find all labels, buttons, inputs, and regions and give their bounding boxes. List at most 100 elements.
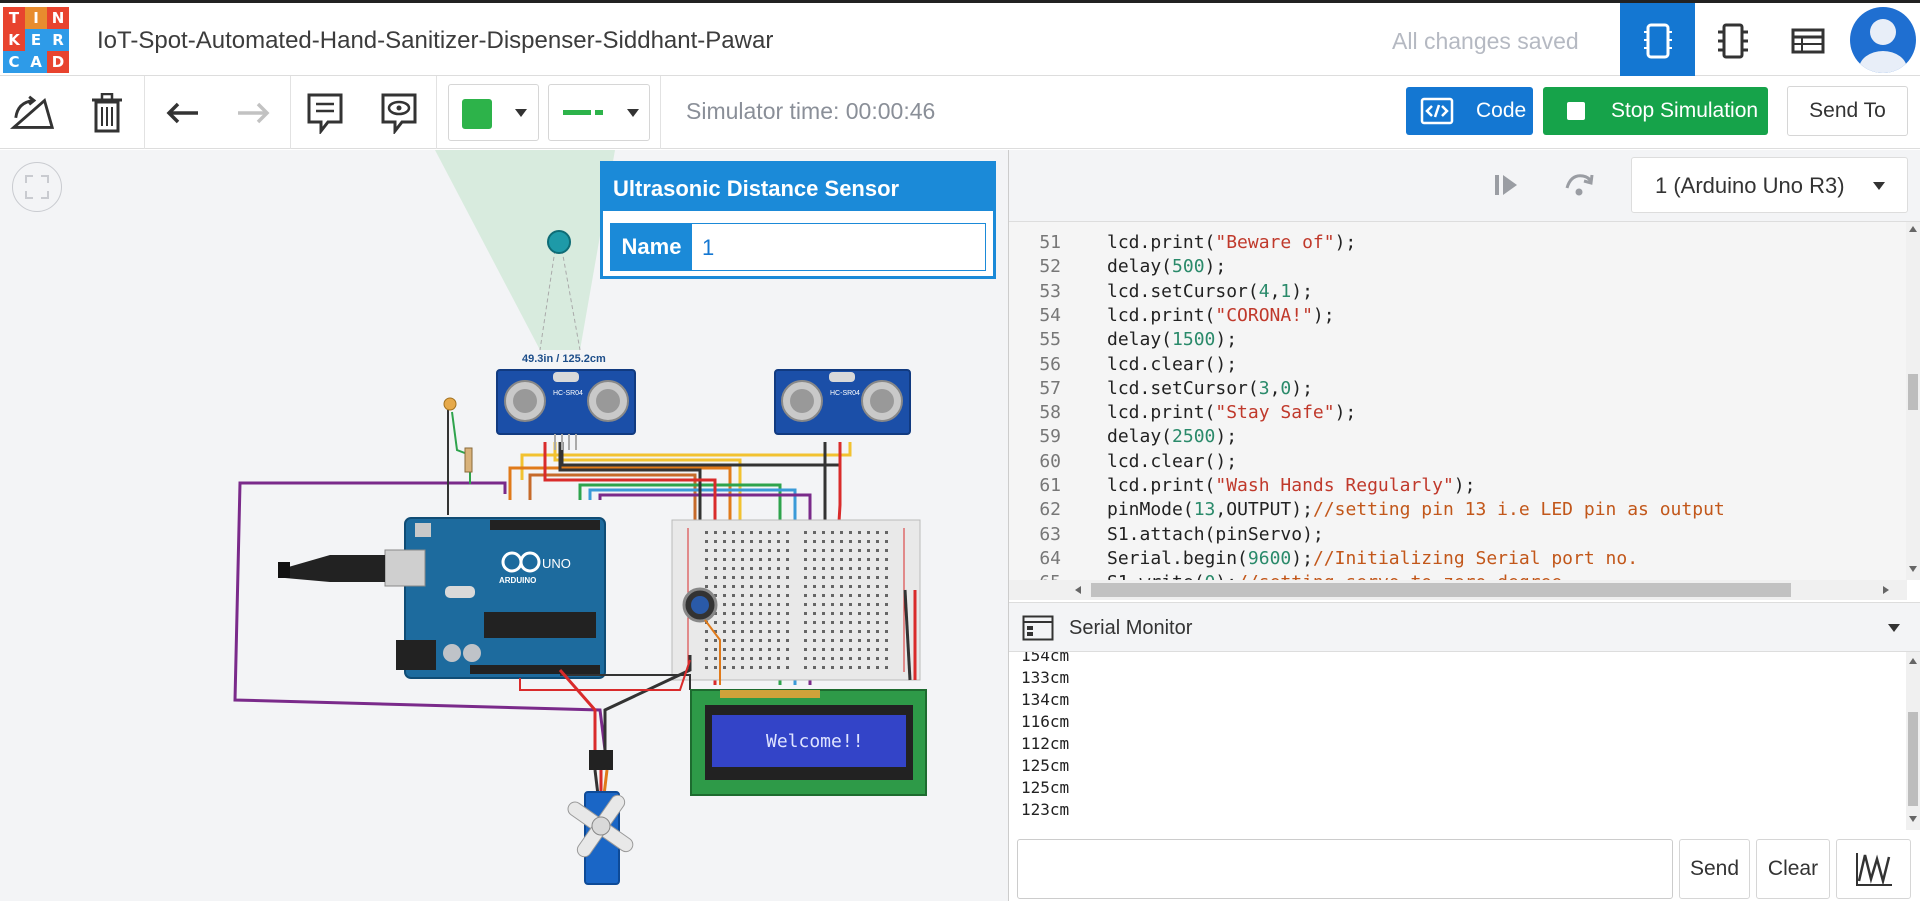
step-icon [1495,175,1517,195]
code-line[interactable]: 62 pinMode(13,OUTPUT);//setting pin 13 i.… [1009,499,1907,523]
code-line[interactable]: 63 S1.attach(pinServo); [1009,524,1907,548]
code-line[interactable]: 52 delay(500); [1009,256,1907,280]
serial-send-button[interactable]: Send [1679,839,1750,899]
code-line[interactable]: 56 lcd.clear(); [1009,354,1907,378]
component-list-button[interactable] [1770,3,1845,78]
code-line[interactable]: 51 lcd.print("Beware of"); [1009,232,1907,256]
line-number: 56 [1039,353,1061,375]
sensor-2-model: HC-SR04 [830,390,860,397]
lcd-text: Welcome!! [766,731,864,752]
circuit-icon [1643,23,1672,58]
code-editor[interactable]: 51 lcd.print("Beware of"); 52 delay(500); 53… [1009,222,1907,600]
code-scrollbar[interactable] [1906,222,1920,580]
undo-button[interactable] [160,90,206,136]
scroll-up-icon [1909,658,1917,664]
code-text: lcd.print("CORONA!"); [1107,304,1335,326]
scroll-left-icon [1075,586,1081,594]
ultrasonic-sensor-1 [496,369,636,450]
wire-style-dropdown[interactable] [548,84,650,141]
code-text: delay(1500); [1107,329,1238,351]
code-line[interactable]: 64 Serial.begin(9600);//Initializing Seri… [1009,548,1907,572]
delete-button[interactable] [84,90,130,136]
circuit-canvas[interactable]: 49.3in / 125.2cm HC-SR04 HC-SR04 ARDUINO… [0,150,1008,901]
code-text: Serial.begin(9600);//Initializing Serial… [1107,547,1639,569]
scroll-up-icon [1909,226,1917,232]
code-line[interactable]: 57 lcd.setCursor(3,0); [1009,378,1907,402]
stop-simulation-button[interactable]: Stop Simulation [1543,87,1768,135]
ultrasonic-sensor-2 [774,369,911,435]
serial-clear-button[interactable]: Clear [1756,839,1830,899]
code-text: lcd.setCursor(4,1); [1107,280,1313,302]
inspector-name-label: Name [611,224,692,270]
user-avatar[interactable] [1850,7,1916,73]
board-selector[interactable]: 1 (Arduino Uno R3) [1631,157,1908,213]
toolbar-divider [660,76,661,149]
serial-output-line: 134cm [1021,690,1070,709]
code-line[interactable]: 61 lcd.print("Wash Hands Regularly"); [1009,475,1907,499]
send-to-button[interactable]: Send To [1787,86,1908,136]
component-inspector[interactable]: Ultrasonic Distance Sensor Name 1 [600,161,996,279]
toolbar-divider [290,76,291,149]
redo-icon [238,102,270,124]
serial-input[interactable] [1017,839,1673,899]
serial-scrollbar[interactable] [1906,652,1920,830]
rotate-button[interactable] [10,90,56,136]
schematic-view-button[interactable] [1695,3,1770,78]
toggle-notes-button[interactable] [376,90,422,136]
line-number: 58 [1039,402,1061,424]
serial-output-line: 112cm [1021,734,1070,753]
note-icon [307,93,343,134]
serial-monitor-header[interactable]: Serial Monitor [1009,602,1920,652]
logo-letter: K [3,29,25,51]
code-line[interactable]: 54 lcd.print("CORONA!"); [1009,305,1907,329]
serial-output-line: 125cm [1021,778,1070,797]
project-title[interactable]: IoT-Spot-Automated-Hand-Sanitizer-Dispen… [97,27,773,55]
step-over-icon [1565,174,1594,196]
logo-letter: R [47,29,69,51]
code-line[interactable]: 55 delay(1500); [1009,329,1907,353]
trash-icon [92,93,122,133]
scroll-down-icon [1909,816,1917,822]
code-horizontal-scrollbar[interactable] [1009,580,1907,600]
code-controls: 1 (Arduino Uno R3) [1009,150,1920,222]
serial-output-line: 116cm [1021,712,1070,731]
code-line[interactable]: 59 delay(2500); [1009,426,1907,450]
code-button[interactable]: Code [1406,87,1533,135]
code-text: lcd.setCursor(3,0); [1107,377,1313,399]
simulator-time: Simulator time: 00:00:46 [686,98,936,124]
code-panel: 1 (Arduino Uno R3) 51 lcd.print("Beware o… [1008,150,1920,901]
code-text: S1.attach(pinServo); [1107,523,1324,545]
line-number: 64 [1039,547,1061,569]
chevron-down-icon[interactable] [1888,624,1900,632]
servo-connector [589,750,613,770]
logo-letter: E [25,29,47,51]
code-line[interactable]: 58 lcd.print("Stay Safe"); [1009,402,1907,426]
line-number: 59 [1039,426,1061,448]
code-line[interactable]: 60 lcd.clear(); [1009,451,1907,475]
color-dropdown[interactable] [448,84,539,141]
logo-letter: A [25,51,47,73]
power-jack [396,640,436,670]
line-number: 57 [1039,377,1061,399]
circuit-view-button[interactable] [1620,3,1695,78]
step-button[interactable] [1493,172,1519,203]
sensor-readout: 49.3in / 125.2cm [522,353,606,365]
inspector-name-input[interactable]: 1 [692,224,985,270]
code-text: lcd.clear(); [1107,353,1238,375]
code-text: lcd.print("Wash Hands Regularly"); [1107,475,1476,496]
graph-icon [1855,853,1892,886]
notes-button[interactable] [302,90,348,136]
tinkercad-logo[interactable]: TINKERCAD [3,7,69,73]
code-button-label: Code [1476,99,1527,122]
logo-letter: C [3,51,25,73]
restart-button[interactable] [1563,170,1595,203]
undo-icon [166,102,198,124]
distance-target [547,230,571,254]
serial-graph-button[interactable] [1836,839,1911,899]
code-line[interactable]: 53 lcd.setCursor(4,1); [1009,281,1907,305]
table-icon [1791,28,1824,53]
stop-icon [1567,102,1585,120]
inspector-title: Ultrasonic Distance Sensor [603,164,993,211]
redo-button[interactable] [230,90,276,136]
inspector-name-row: Name 1 [610,223,986,271]
